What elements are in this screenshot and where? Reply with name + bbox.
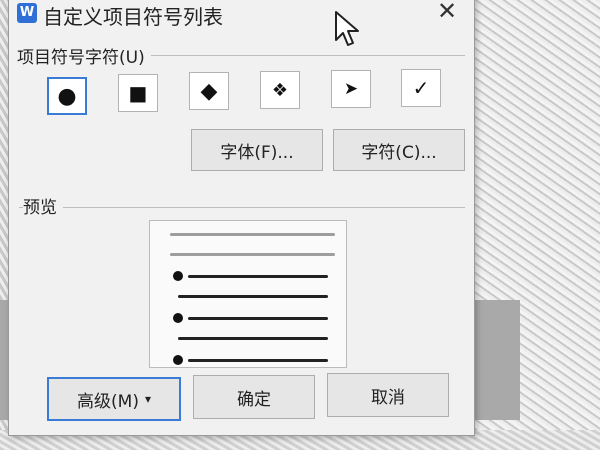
bullet-option-filled-circle[interactable]: ●	[47, 77, 87, 115]
bullet-group-label: 项目符号字符(U)	[17, 43, 151, 68]
preview-line	[170, 233, 335, 236]
preview-line	[178, 337, 328, 340]
bullet-option-checkmark[interactable]: ✓	[401, 69, 441, 107]
mouse-cursor-icon	[335, 11, 359, 46]
preview-group-divider	[19, 207, 465, 208]
preview-group-label: 预览	[23, 193, 63, 218]
dialog-titlebar[interactable]: W 自定义项目符号列表 ✕	[9, 0, 474, 31]
preview-line	[170, 253, 335, 256]
preview-bullet-dot	[173, 271, 183, 281]
four-diamond-bullet-icon: ❖	[271, 79, 289, 101]
bullet-option-arrowhead[interactable]: ➤	[331, 70, 371, 108]
chevron-down-icon: ▾	[144, 392, 151, 406]
bullet-option-diamond[interactable]: ◆	[189, 72, 229, 110]
preview-bullet-dot	[173, 313, 183, 323]
preview-line	[188, 359, 328, 362]
preview-bullet-dot	[173, 355, 183, 365]
arrowhead-bullet-icon: ➤	[343, 79, 359, 99]
filled-circle-bullet-icon: ●	[57, 83, 77, 109]
close-button[interactable]: ✕	[434, 0, 460, 25]
diamond-bullet-icon: ◆	[200, 78, 218, 104]
custom-bullet-list-dialog: W 自定义项目符号列表 ✕ 项目符号字符(U) ● ■ ◆ ❖ ➤ ✓ 字体(F…	[8, 0, 475, 436]
advanced-button[interactable]: 高级(M) ▾	[47, 377, 181, 421]
cancel-button[interactable]: 取消	[327, 373, 449, 417]
wps-writer-icon: W	[17, 3, 37, 23]
bullet-option-four-diamond[interactable]: ❖	[260, 71, 300, 109]
dialog-title: 自定义项目符号列表	[43, 5, 223, 29]
bullet-option-filled-square[interactable]: ■	[118, 74, 158, 112]
checkmark-bullet-icon: ✓	[412, 76, 430, 100]
filled-square-bullet-icon: ■	[128, 81, 148, 105]
font-button[interactable]: 字体(F)...	[191, 129, 323, 171]
close-icon: ✕	[436, 0, 458, 25]
advanced-button-label: 高级(M)	[77, 391, 139, 412]
preview-line	[188, 275, 328, 278]
preview-line	[178, 295, 328, 298]
ok-button[interactable]: 确定	[193, 375, 315, 419]
bullet-preview	[149, 220, 347, 368]
preview-line	[188, 317, 328, 320]
character-button[interactable]: 字符(C)...	[333, 129, 465, 171]
